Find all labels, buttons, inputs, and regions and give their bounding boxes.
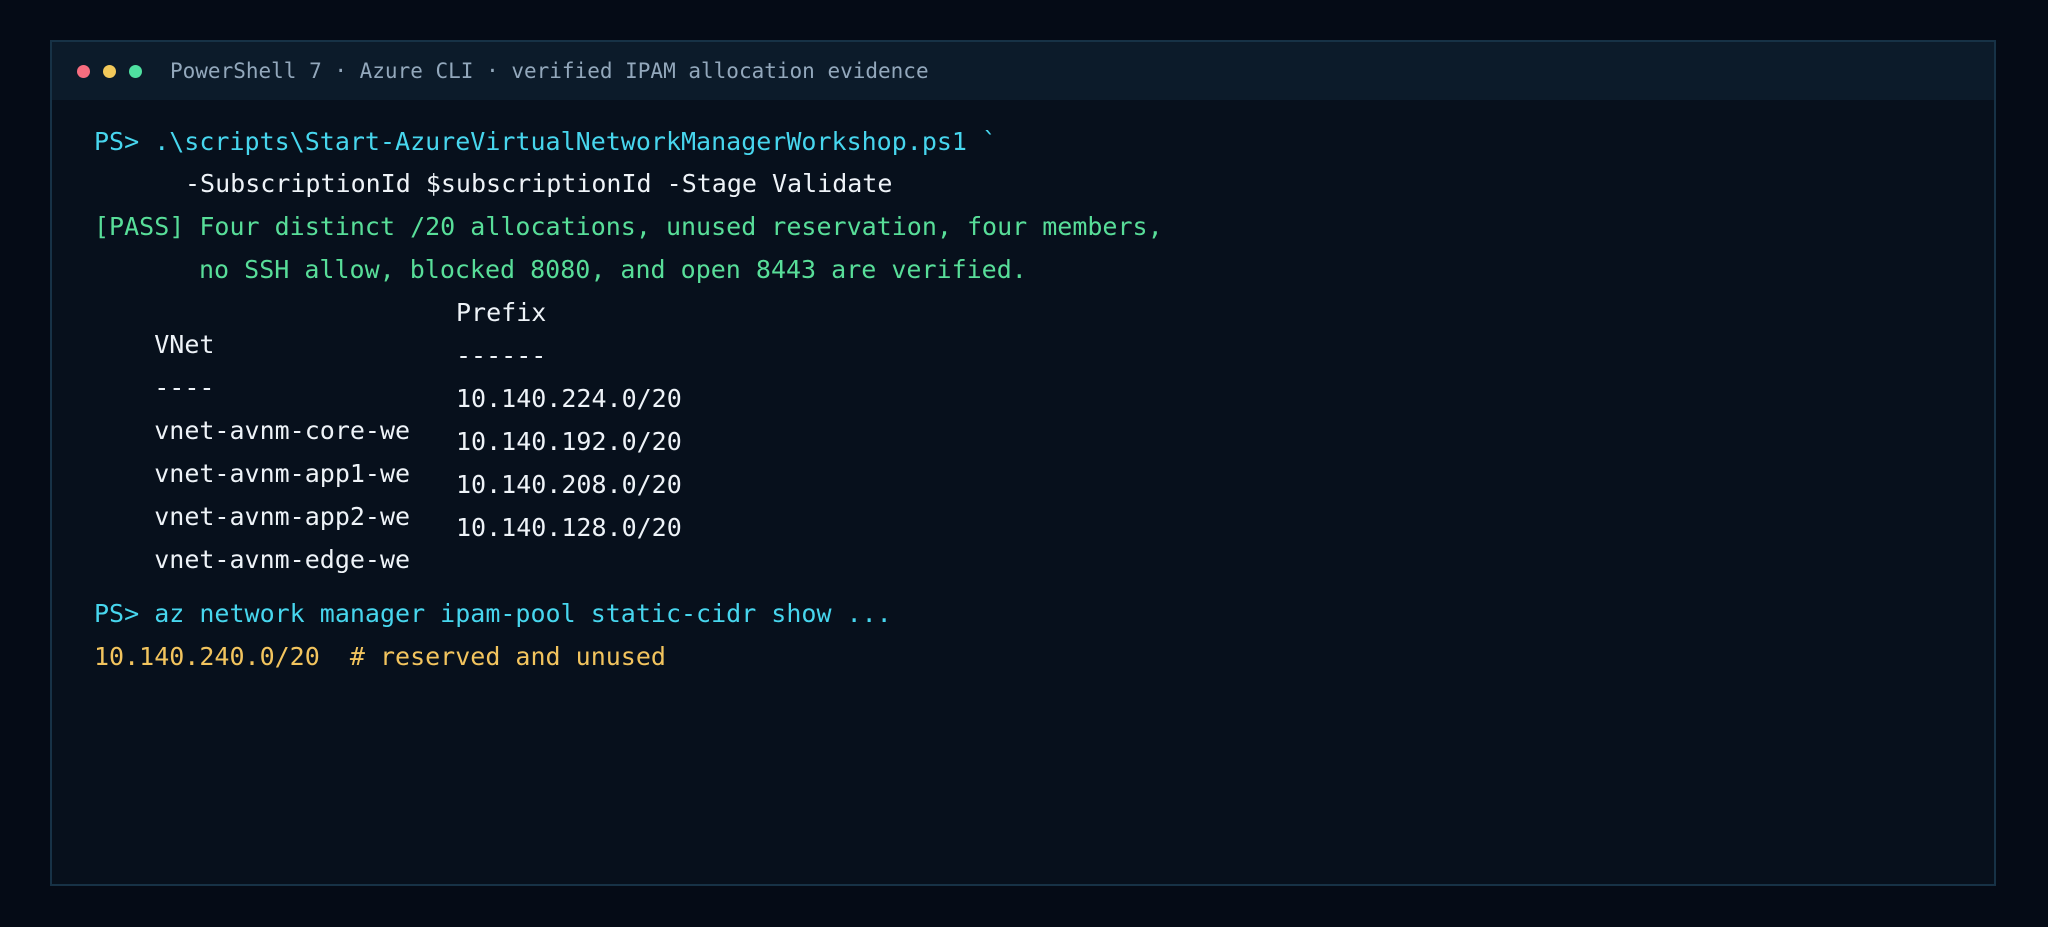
command-line-ipam-show: PS> az network manager ipam-pool static-… xyxy=(94,599,892,628)
window-title: PowerShell 7 · Azure CLI · verified IPAM… xyxy=(170,59,929,83)
vnet-name-cell: vnet-avnm-edge-we xyxy=(154,545,411,574)
close-window-dot-icon[interactable] xyxy=(77,65,90,78)
minimize-window-dot-icon[interactable] xyxy=(103,65,116,78)
window-titlebar: PowerShell 7 · Azure CLI · verified IPAM… xyxy=(52,42,1994,100)
vnet-prefix-cell: 10.140.128.0/20 xyxy=(456,513,682,542)
terminal-window: PowerShell 7 · Azure CLI · verified IPAM… xyxy=(50,40,1996,886)
pass-result-continuation-line: no SSH allow, blocked 8080, and open 844… xyxy=(199,255,1027,284)
command-continuation-line: -SubscriptionId $subscriptionId -Stage V… xyxy=(185,169,893,198)
command-line-start-workshop: PS> .\scripts\Start-AzureVirtualNetworkM… xyxy=(94,127,998,156)
maximize-window-dot-icon[interactable] xyxy=(129,65,142,78)
pass-result-line: [PASS] Four distinct /20 allocations, un… xyxy=(94,212,1163,241)
vnet-prefix-cell: 10.140.208.0/20 xyxy=(456,470,682,499)
reserved-cidr-result-line: 10.140.240.0/20 # reserved and unused xyxy=(94,642,666,671)
vnet-prefix-cell: 10.140.224.0/20 xyxy=(456,384,682,413)
vnet-prefix-cell: 10.140.192.0/20 xyxy=(456,427,682,456)
table-separator-prefix: ------ xyxy=(456,341,547,370)
table-header-prefix: Prefix xyxy=(456,298,547,327)
